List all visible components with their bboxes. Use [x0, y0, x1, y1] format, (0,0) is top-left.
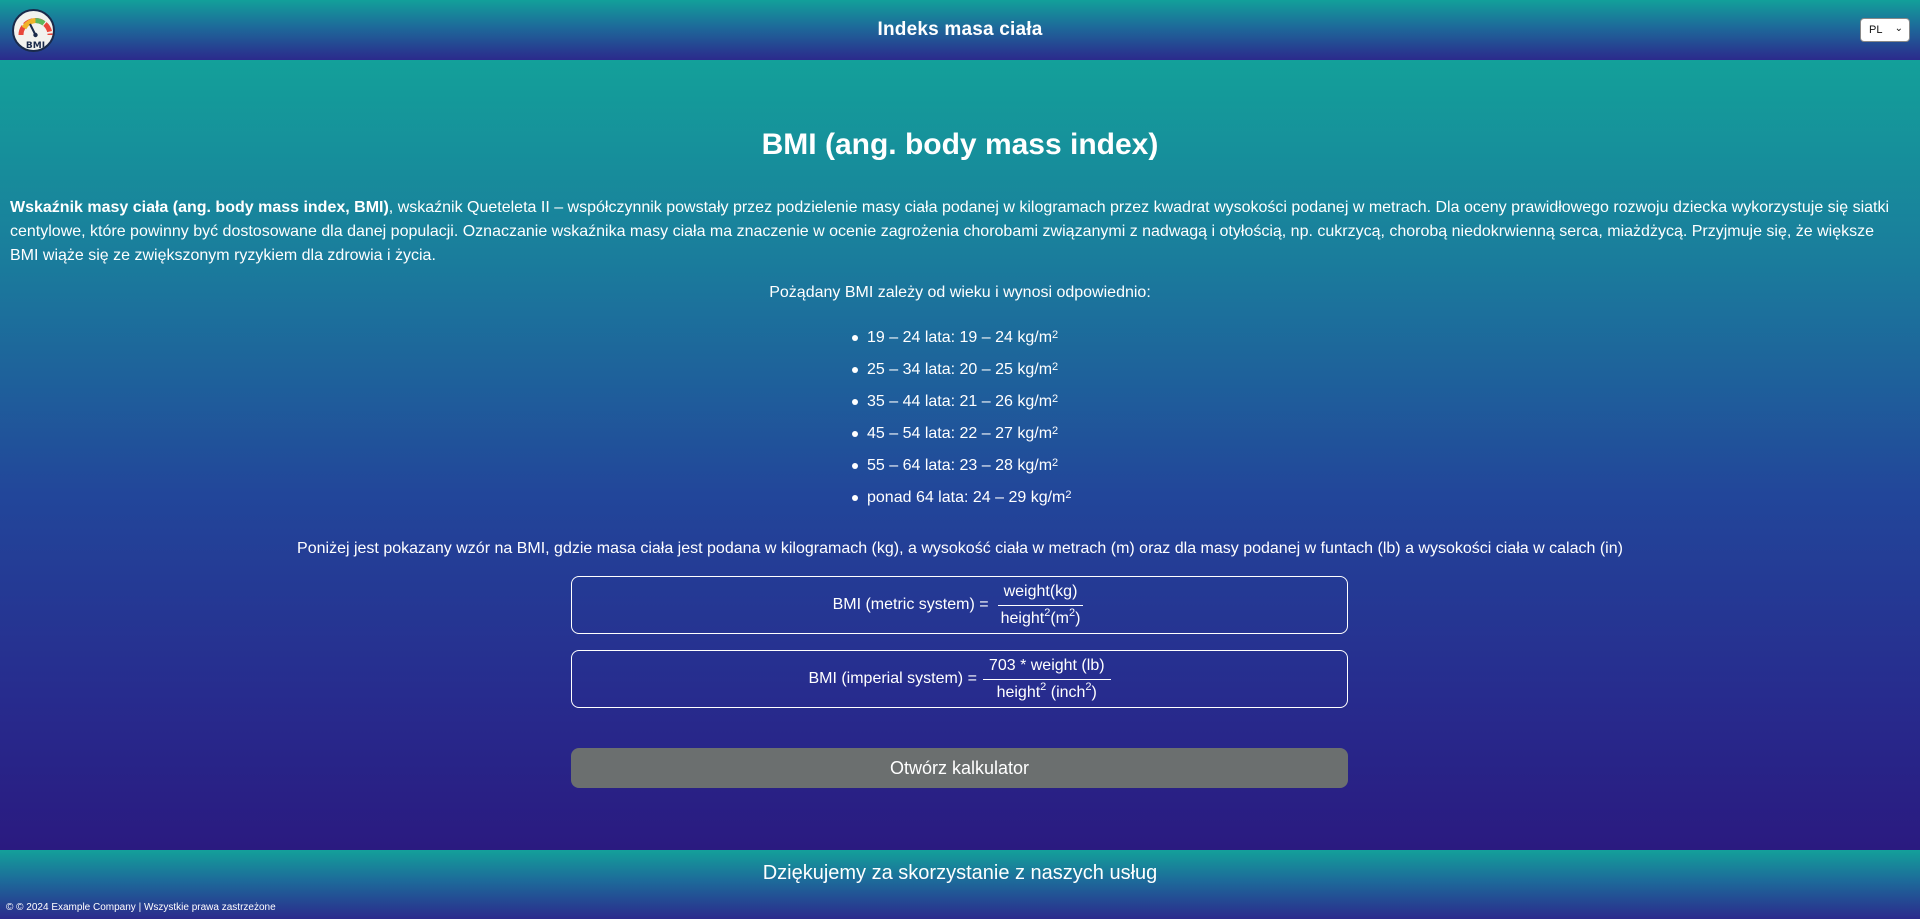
imperial-formula-box: BMI (imperial system) = 703 * weight (lb… [571, 650, 1348, 708]
range-text: 25 – 34 lata: 20 – 25 kg/m [867, 361, 1053, 378]
metric-fraction: weight(kg) height2(m2) [995, 583, 1087, 628]
imperial-den-exp-2: 2 [1085, 680, 1092, 693]
site-title: Indeks masa ciała [877, 19, 1043, 40]
range-exponent: 2 [1052, 361, 1059, 373]
language-select-value: PL [1869, 24, 1883, 36]
page-footer: Dziękujemy za skorzystanie z naszych usł… [0, 850, 1920, 919]
metric-numerator: weight(kg) [997, 583, 1084, 606]
imperial-den-unit: (inch [1046, 683, 1086, 701]
bmi-logo-icon[interactable]: BMI [12, 9, 55, 52]
page-title: BMI (ang. body mass index) [761, 128, 1159, 161]
imperial-fraction: 703 * weight (lb) height2 (inch2) [982, 657, 1111, 702]
range-exponent: 2 [1052, 457, 1059, 469]
imperial-numerator: 703 * weight (lb) [982, 657, 1111, 680]
list-item: 35 – 44 lata: 21 – 26 kg/m 2 [852, 386, 1072, 418]
metric-den-unit: (m [1050, 609, 1069, 627]
open-calculator-button[interactable]: Otwórz kalkulator [571, 748, 1348, 788]
imperial-den-close: ) [1091, 683, 1097, 701]
range-text: 19 – 24 lata: 19 – 24 kg/m [867, 329, 1053, 346]
metric-formula-box: BMI (metric system) = weight(kg) height2… [571, 576, 1348, 634]
range-exponent: 2 [1052, 393, 1059, 405]
metric-den-exp-1: 2 [1044, 606, 1051, 619]
logo-text: BMI [26, 41, 45, 51]
list-item: 19 – 24 lata: 19 – 24 kg/m 2 [852, 322, 1072, 354]
language-select[interactable]: PL ⌄ [1860, 18, 1910, 42]
range-text: ponad 64 lata: 24 – 29 kg/m [867, 489, 1066, 506]
footer-copyright: © © 2024 Example Company | Wszystkie pra… [6, 902, 276, 913]
metric-den-exp-2: 2 [1068, 606, 1076, 619]
list-item: 25 – 34 lata: 20 – 25 kg/m 2 [852, 354, 1072, 386]
chevron-down-icon: ⌄ [1894, 23, 1903, 34]
desired-bmi-intro: Pożądany BMI zależy od wieku i wynosi od… [769, 284, 1151, 301]
range-exponent: 2 [1052, 329, 1059, 341]
metric-denominator: height2(m2) [995, 606, 1087, 628]
intro-bold-term: Wskaźnik masy ciała (ang. body mass inde… [10, 199, 389, 216]
range-text: 35 – 44 lata: 21 – 26 kg/m [867, 393, 1053, 410]
range-text: 55 – 64 lata: 23 – 28 kg/m [867, 457, 1053, 474]
imperial-formula-label: BMI (imperial system) = [808, 670, 977, 687]
metric-den-close: ) [1075, 609, 1081, 627]
range-text: 45 – 54 lata: 22 – 27 kg/m [867, 425, 1053, 442]
intro-paragraph: Wskaźnik masy ciała (ang. body mass inde… [10, 196, 1890, 268]
main-content: BMI (ang. body mass index) Wskaźnik masy… [0, 60, 1920, 850]
footer-thanks: Dziękujemy za skorzystanie z naszych usł… [762, 862, 1158, 884]
range-exponent: 2 [1052, 425, 1059, 437]
imperial-denominator: height2 (inch2) [991, 680, 1103, 702]
formula-note: Poniżej jest pokazany wzór na BMI, gdzie… [297, 540, 1623, 557]
bmi-range-list: 19 – 24 lata: 19 – 24 kg/m 2 25 – 34 lata… [852, 322, 1072, 514]
imperial-den-exp-1: 2 [1040, 680, 1047, 693]
range-exponent: 2 [1065, 489, 1072, 501]
metric-den-height: height [1000, 609, 1045, 627]
list-item: 45 – 54 lata: 22 – 27 kg/m 2 [852, 418, 1072, 450]
imperial-den-height: height [996, 683, 1041, 701]
metric-formula-label: BMI (metric system) = [832, 596, 989, 613]
app-header: BMI Indeks masa ciała PL ⌄ [0, 0, 1920, 60]
list-item: 55 – 64 lata: 23 – 28 kg/m 2 [852, 450, 1072, 482]
list-item: ponad 64 lata: 24 – 29 kg/m 2 [852, 482, 1072, 514]
